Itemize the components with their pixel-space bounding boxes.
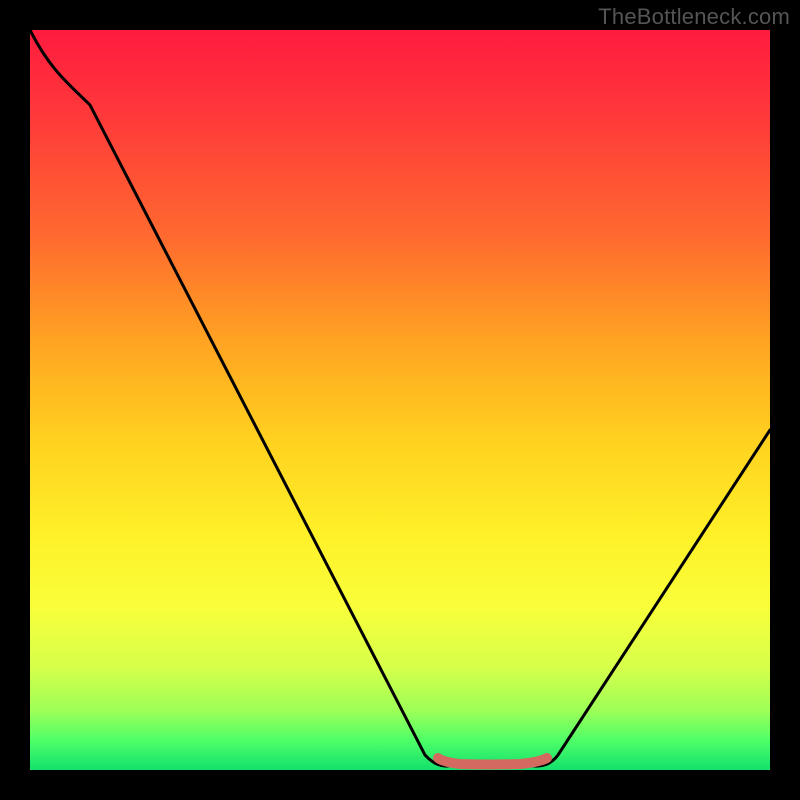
- sweet-spot-marker: [438, 758, 547, 765]
- bottleneck-curve: [30, 30, 770, 766]
- chart-svg: [30, 30, 770, 770]
- chart-frame: TheBottleneck.com: [0, 0, 800, 800]
- plot-area: [30, 30, 770, 770]
- watermark-text: TheBottleneck.com: [598, 4, 790, 30]
